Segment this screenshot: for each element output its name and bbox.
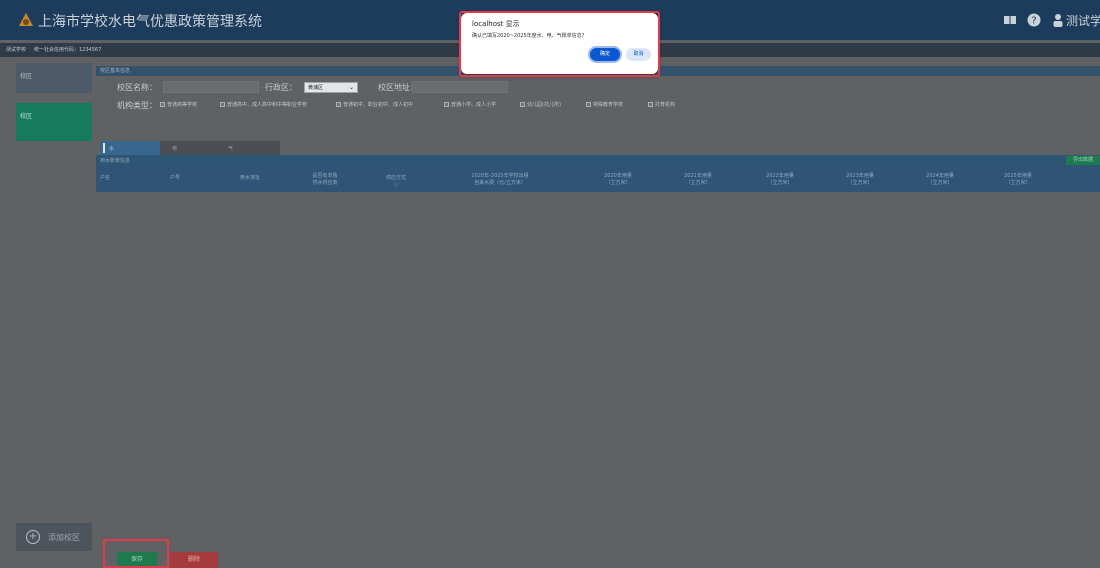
column-header: 户号 xyxy=(170,175,181,181)
checkbox-icon xyxy=(220,102,225,107)
save-highlight-box xyxy=(103,539,169,568)
add-campus-button[interactable]: + 添加校区 xyxy=(16,523,92,551)
plus-circle-icon: + xyxy=(26,530,40,544)
book-icon[interactable] xyxy=(1003,13,1017,27)
user-name[interactable]: 测试学校 xyxy=(1066,12,1100,29)
user-icon[interactable] xyxy=(1051,13,1065,27)
school-label: 测试学校 xyxy=(6,47,27,53)
sidebar: 校区 校区 + 添加校区 xyxy=(0,57,96,568)
tab-water[interactable]: 水 xyxy=(100,141,160,155)
column-header: 2020年-2025年学校出租 自来水费（元/立方米） xyxy=(471,173,529,186)
column-header: 是否有单独 供水供应商 xyxy=(312,173,338,186)
table-title: 用水账单信息 xyxy=(96,155,1100,166)
export-data-button[interactable]: 导出数据 xyxy=(1066,156,1100,165)
column-header: 2021年用量 （立方米） xyxy=(684,173,712,186)
district-select[interactable]: 黄浦区 ⌄ xyxy=(304,82,358,93)
column-header: 户名 xyxy=(100,175,111,181)
column-header: 2023年用量 （立方米） xyxy=(846,173,874,186)
checkbox-icon xyxy=(336,102,341,107)
checkbox-icon xyxy=(520,102,525,107)
checkbox-icon xyxy=(444,102,449,107)
checkbox-icon xyxy=(648,102,653,107)
institution-type-checkbox[interactable]: 普通小学、成人小学 xyxy=(444,101,496,108)
delete-button[interactable]: 删除 xyxy=(170,552,218,568)
add-campus-label: 添加校区 xyxy=(48,532,80,542)
chevron-down-icon: ⌄ xyxy=(348,84,354,91)
school-logo-icon xyxy=(19,13,33,26)
column-header: 2022年用量 （立方米） xyxy=(766,173,794,186)
institution-type-checkbox[interactable]: 托育机构 xyxy=(648,101,675,108)
tab-gas[interactable]: 气 xyxy=(228,145,233,152)
table-body xyxy=(96,192,1100,537)
campus-name-label: 校区名称： xyxy=(117,83,157,92)
sidebar-item-campus[interactable]: 校区 xyxy=(16,63,92,93)
institution-type-checkbox[interactable]: 普通高中、成人高中和中等职业学校 xyxy=(220,101,307,108)
dialog-highlight-box xyxy=(459,11,660,77)
institution-type-checkbox[interactable]: 普通高等学校 xyxy=(160,101,197,108)
column-header: 2024年用量 （立方米） xyxy=(926,173,954,186)
column-header: 供应方式 ⓘ xyxy=(386,175,407,188)
table-header: 户名 户号 用水地址 是否有单独 供水供应商 供应方式 ⓘ 2020年-2025年学… xyxy=(96,166,1100,192)
checkbox-icon xyxy=(160,102,165,107)
district-label: 行政区： xyxy=(265,83,297,92)
campus-name-input[interactable] xyxy=(163,81,259,93)
institution-type-checkbox[interactable]: 幼儿园(托儿所) xyxy=(520,101,561,108)
footer-bar xyxy=(96,537,1100,568)
column-header: 2020年用量 （立方米） xyxy=(604,173,632,186)
tab-strip-inactive: 电 气 xyxy=(160,141,280,155)
institution-type-label: 机构类型： xyxy=(117,101,157,110)
institution-type-checkbox[interactable]: 普通初中、职业初中、成人初中 xyxy=(336,101,413,108)
column-header: 用水地址 xyxy=(240,175,261,181)
credit-code: 统一社会信用代码：1234567 xyxy=(34,47,102,53)
sidebar-item-campus-active[interactable]: 校区 xyxy=(16,103,92,141)
checkbox-icon xyxy=(586,102,591,107)
help-icon[interactable]: ? xyxy=(1027,13,1041,27)
svg-text:?: ? xyxy=(1031,16,1036,27)
app-title: 上海市学校水电气优惠政策管理系统 xyxy=(38,14,262,30)
tab-electricity[interactable]: 电 xyxy=(172,145,177,152)
institution-type-checkbox[interactable]: 特殊教育学校 xyxy=(586,101,623,108)
column-header: 2025年用量 （立方米） xyxy=(1004,173,1032,186)
campus-address-input[interactable] xyxy=(412,81,508,93)
